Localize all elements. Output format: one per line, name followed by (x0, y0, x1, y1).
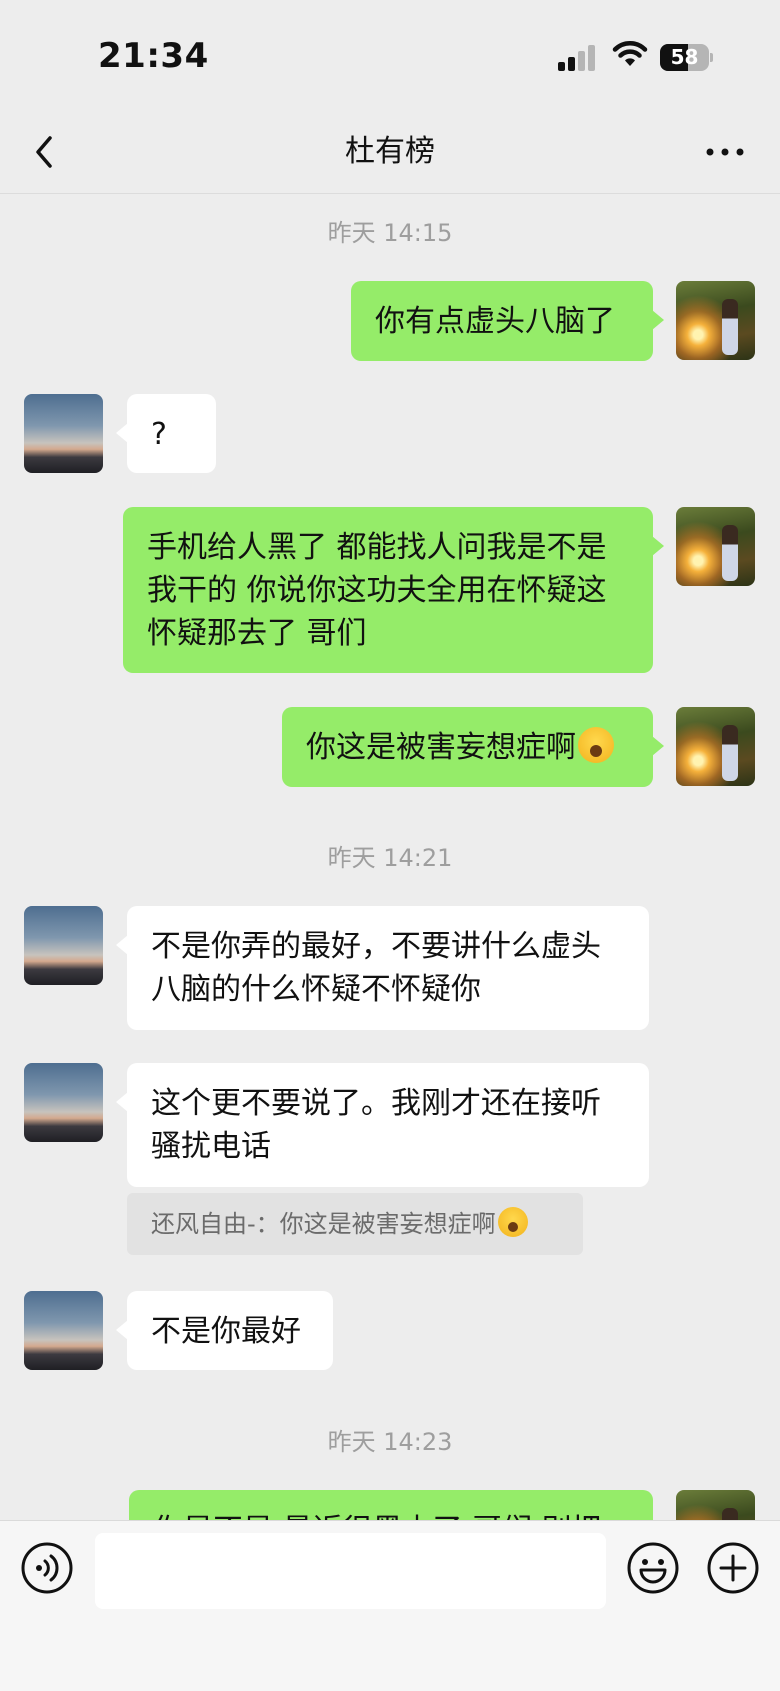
avatar[interactable] (24, 1291, 103, 1370)
shocked-face-emoji-icon (578, 727, 614, 763)
avatar[interactable] (676, 281, 755, 360)
avatar[interactable] (676, 1490, 755, 1520)
message-bubble-sent[interactable]: 手机给人黑了 都能找人问我是不是 我干的 你说你这功夫全用在怀疑这 怀疑那去了 … (123, 507, 664, 673)
chat-title: 杜有榜 (345, 134, 435, 169)
avatar[interactable] (24, 1063, 103, 1142)
quoted-reply[interactable]: 还风自由-：你这是被害妄想症啊 (127, 1193, 583, 1255)
message-bubble-received[interactable]: 不是你最好 (116, 1291, 333, 1370)
quoted-text: 还风自由-：你这是被害妄想症啊 (151, 1210, 496, 1238)
wifi-icon (612, 41, 648, 66)
battery-indicator: 58 (660, 44, 713, 71)
emoji-button[interactable] (626, 1541, 680, 1595)
chat-header: 杜有榜 (0, 110, 780, 194)
message-input[interactable] (95, 1533, 606, 1609)
message-text: 你这是被害妄想症啊 (306, 730, 576, 765)
timestamp-separator: 昨天 14:15 (327, 219, 453, 247)
avatar[interactable] (676, 507, 755, 586)
message-bubble-received[interactable]: 不是你弄的最好，不要讲什么虚头 八脑的什么怀疑不怀疑你 (116, 906, 649, 1030)
message-bubble-sent[interactable]: 你有点虚头八脑了 (351, 281, 664, 361)
message-list[interactable]: 昨天 14:15 你有点虚头八脑了 ? 手机给人黑了 都能找人问我是不是 我干的… (0, 195, 780, 1520)
shocked-face-emoji-icon (497, 1207, 528, 1237)
avatar[interactable] (676, 707, 755, 786)
battery-level: 58 (670, 45, 699, 69)
back-button[interactable] (28, 132, 64, 172)
timestamp-separator: 昨天 14:23 (327, 1428, 453, 1456)
avatar[interactable] (24, 394, 103, 473)
cellular-signal-icon (558, 45, 595, 71)
message-bubble-received[interactable]: 这个更不要说了。我刚才还在接听 骚扰电话 (116, 1063, 649, 1187)
status-time: 21:34 (98, 36, 209, 76)
input-bar (0, 1520, 780, 1691)
message-bubble-sent[interactable]: 你这是被害妄想症啊 (282, 707, 664, 787)
avatar[interactable] (24, 906, 103, 985)
more-options-button[interactable] (700, 138, 750, 166)
voice-input-button[interactable] (20, 1541, 74, 1595)
status-bar: 21:34 58 (0, 0, 780, 110)
timestamp-separator: 昨天 14:21 (327, 844, 453, 872)
add-attachment-button[interactable] (706, 1541, 760, 1595)
message-bubble-received[interactable]: ? (116, 394, 216, 473)
message-bubble-sent[interactable]: 你是不是 最近很黑占了 哥们 别把 (129, 1490, 664, 1520)
